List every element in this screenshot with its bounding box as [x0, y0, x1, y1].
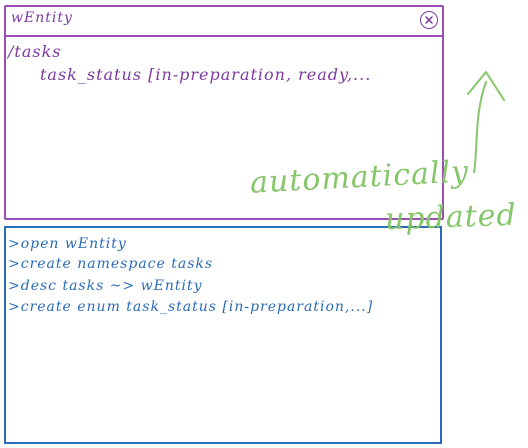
title-bar: wEntity — [6, 7, 442, 37]
console-line: >open wEntity — [8, 236, 127, 252]
console-panel[interactable]: >open wEntity >create namespace tasks >d… — [4, 226, 442, 444]
namespace-path: /tasks — [8, 42, 62, 61]
annotation-line-2: updated — [384, 197, 518, 238]
console-line: >create namespace tasks — [8, 256, 214, 272]
window-title: wEntity — [11, 10, 73, 26]
console-line: >create enum task_status [in-preparation… — [8, 299, 374, 315]
close-icon — [425, 16, 433, 24]
close-button[interactable] — [420, 11, 438, 29]
annotation: automatically updated — [249, 154, 520, 245]
annotation-line-1: automatically — [249, 154, 470, 201]
enum-type-line: task_status [in-preparation, ready,... — [40, 65, 372, 84]
console-line: >desc tasks ~> wEntity — [8, 278, 203, 294]
